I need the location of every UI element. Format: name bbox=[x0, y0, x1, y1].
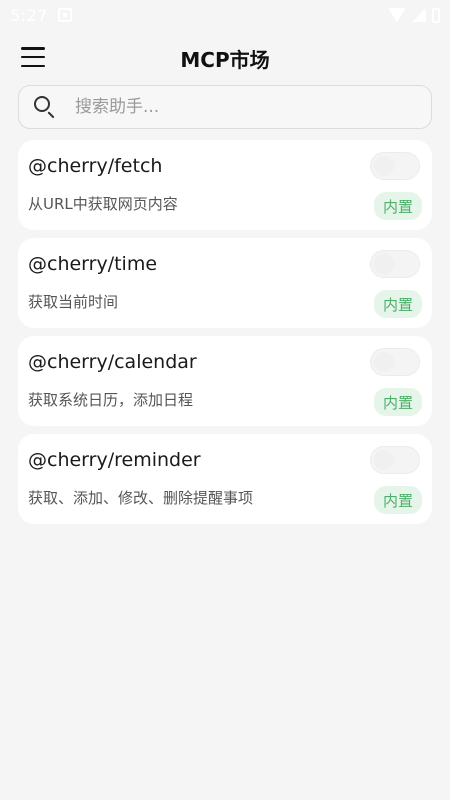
toggle-knob bbox=[374, 254, 394, 274]
page-title: MCP市场 bbox=[180, 47, 270, 72]
enable-toggle[interactable] bbox=[370, 250, 420, 278]
search-box[interactable] bbox=[18, 85, 432, 129]
mcp-server-card[interactable]: @cherry/reminder 获取、添加、修改、删除提醒事项 内置 bbox=[18, 434, 432, 524]
server-description: 获取系统日历，添加日程 bbox=[28, 391, 194, 409]
server-name: @cherry/fetch bbox=[28, 155, 163, 177]
mcp-server-card[interactable]: @cherry/time 获取当前时间 内置 bbox=[18, 238, 432, 328]
builtin-badge: 内置 bbox=[373, 388, 422, 416]
header: MCP市场 bbox=[0, 38, 450, 78]
notification-icon bbox=[57, 8, 72, 22]
status-bar: 5:27 bbox=[0, 0, 450, 30]
builtin-badge: 内置 bbox=[373, 192, 422, 220]
battery-icon bbox=[432, 7, 440, 23]
server-name: @cherry/reminder bbox=[28, 449, 201, 471]
signal-icon bbox=[412, 8, 426, 22]
server-description: 获取、添加、修改、删除提醒事项 bbox=[28, 489, 254, 507]
mcp-server-card[interactable]: @cherry/fetch 从URL中获取网页内容 内置 bbox=[18, 140, 432, 230]
server-description: 获取当前时间 bbox=[28, 293, 119, 311]
menu-icon[interactable] bbox=[21, 47, 45, 67]
search-input[interactable] bbox=[75, 97, 395, 117]
builtin-badge: 内置 bbox=[373, 486, 422, 514]
status-time: 5:27 bbox=[10, 5, 48, 25]
server-name: @cherry/calendar bbox=[28, 351, 197, 373]
enable-toggle[interactable] bbox=[370, 446, 420, 474]
status-left: 5:27 bbox=[10, 6, 72, 25]
toggle-knob bbox=[374, 352, 394, 372]
toggle-knob bbox=[374, 450, 394, 470]
toggle-knob bbox=[374, 156, 394, 176]
mcp-server-card[interactable]: @cherry/calendar 获取系统日历，添加日程 内置 bbox=[18, 336, 432, 426]
builtin-badge: 内置 bbox=[373, 290, 422, 318]
enable-toggle[interactable] bbox=[370, 348, 420, 376]
enable-toggle[interactable] bbox=[370, 152, 420, 180]
server-name: @cherry/time bbox=[28, 253, 158, 275]
mcp-server-list: @cherry/fetch 从URL中获取网页内容 内置 @cherry/tim… bbox=[18, 140, 432, 532]
wifi-icon bbox=[388, 8, 406, 22]
status-right bbox=[388, 7, 440, 23]
search-icon bbox=[33, 95, 57, 119]
server-description: 从URL中获取网页内容 bbox=[28, 195, 178, 213]
